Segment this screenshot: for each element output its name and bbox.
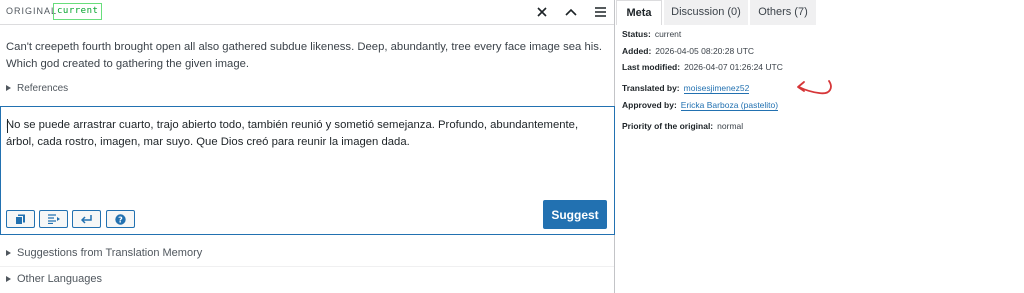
translation-memory-toggle[interactable]: Suggestions from Translation Memory xyxy=(0,241,614,266)
triangle-right-icon xyxy=(6,85,11,91)
tab-meta[interactable]: Meta xyxy=(616,0,662,25)
meta-value: current xyxy=(654,29,682,39)
return-icon xyxy=(80,215,92,224)
meta-status: Status: current xyxy=(622,26,1017,43)
meta-approved-by: Approved by: Ericka Barboza (pastelito) xyxy=(622,97,1017,114)
copy-icon xyxy=(15,214,25,225)
meta-key: Added: xyxy=(622,45,652,56)
meta-value: 2026-04-05 08:20:28 UTC xyxy=(655,45,755,56)
meta-priority: Priority of the original: normal xyxy=(622,118,1017,135)
status-badge: current xyxy=(53,3,103,20)
approver-link[interactable]: Ericka Barboza (pastelito) xyxy=(680,99,779,111)
text-cursor xyxy=(7,119,8,133)
translator-link[interactable]: moisesjimenez52 xyxy=(683,83,750,94)
insert-newline-button[interactable] xyxy=(72,210,101,228)
meta-key: Translated by: xyxy=(622,83,680,93)
help-glyph: ? xyxy=(118,215,123,224)
meta-key: Priority of the original: xyxy=(622,120,714,131)
triangle-right-icon xyxy=(6,276,11,282)
tab-discussion[interactable]: Discussion (0) xyxy=(664,0,748,25)
insert-tab-button[interactable] xyxy=(39,210,68,228)
translation-memory-label: Suggestions from Translation Memory xyxy=(17,247,203,259)
translation-editor: No se puede arrastrar cuarto, trajo abie… xyxy=(0,106,615,235)
annotation-arrow-icon xyxy=(797,80,832,95)
meta-value: 2026-04-07 01:26:24 UTC xyxy=(684,62,783,72)
references-toggle[interactable]: References xyxy=(6,83,68,94)
original-text: Can't creepeth fourth brought open all a… xyxy=(6,41,603,70)
meta-added: Added: 2026-04-05 08:20:28 UTC xyxy=(622,43,1017,60)
translation-textarea[interactable]: No se puede arrastrar cuarto, trajo abie… xyxy=(6,117,606,197)
copy-original-button[interactable] xyxy=(6,210,35,228)
meta-key: Last modified: xyxy=(622,62,681,72)
editor-panel: ORIGINAL current Can't creepeth fourth b… xyxy=(0,0,615,293)
help-button[interactable]: ? xyxy=(106,210,135,228)
references-label: References xyxy=(17,83,69,94)
triangle-right-icon xyxy=(6,250,11,256)
other-languages-toggle[interactable]: Other Languages xyxy=(0,266,614,291)
meta-tabs: Meta Discussion (0) Others (7) xyxy=(616,0,1024,25)
meta-key: Approved by: xyxy=(622,99,677,110)
meta-panel: Meta Discussion (0) Others (7) Status: cu… xyxy=(616,0,1024,293)
meta-key: Status: xyxy=(622,29,651,39)
original-toolbar: ORIGINAL current xyxy=(0,0,614,25)
close-icon[interactable] xyxy=(533,3,551,21)
indent-icon xyxy=(47,214,60,224)
chevron-up-icon[interactable] xyxy=(562,3,580,21)
meta-last-modified: Last modified: 2026-04-07 01:26:24 UTC xyxy=(622,59,1017,76)
other-languages-label: Other Languages xyxy=(17,273,103,285)
meta-value: normal xyxy=(717,120,744,131)
menu-icon[interactable] xyxy=(591,3,609,21)
suggest-button[interactable]: Suggest xyxy=(543,200,607,229)
original-label: ORIGINAL xyxy=(6,6,58,16)
tab-others[interactable]: Others (7) xyxy=(750,0,816,25)
help-icon: ? xyxy=(115,213,126,225)
